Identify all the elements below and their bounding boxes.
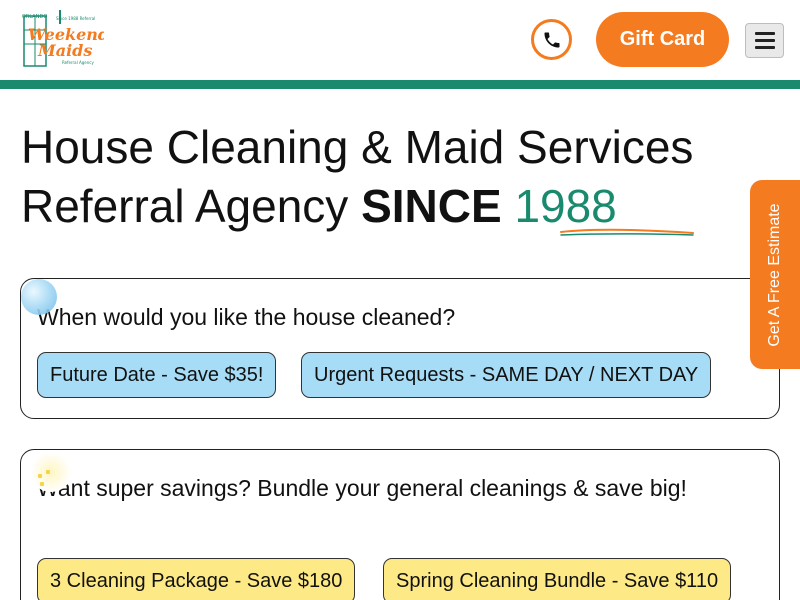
three-cleaning-package-option[interactable]: 3 Cleaning Package - Save $180 bbox=[37, 558, 356, 600]
free-estimate-label: Get A Free Estimate bbox=[766, 202, 783, 347]
svg-text:Since 1988 Referral: Since 1988 Referral bbox=[56, 16, 95, 21]
spring-cleaning-bundle-option[interactable]: Spring Cleaning Bundle - Save $110 bbox=[383, 558, 732, 600]
svg-text:ORLANDO: ORLANDO bbox=[22, 14, 47, 20]
headline-line2-prefix: Referral Agency bbox=[21, 180, 362, 232]
headline-line1: House Cleaning & Maid Services bbox=[21, 121, 694, 173]
bundle-savings-card: Want super savings? Bundle your general … bbox=[20, 449, 780, 600]
urgent-request-option[interactable]: Urgent Requests - SAME DAY / NEXT DAY bbox=[301, 352, 712, 398]
page-headline: House Cleaning & Maid Services Referral … bbox=[21, 118, 781, 236]
future-date-option[interactable]: Future Date - Save $35! bbox=[37, 352, 277, 398]
gift-card-label: Gift Card bbox=[619, 28, 706, 50]
bundle-question: Want super savings? Bundle your general … bbox=[37, 475, 687, 501]
sparkle-decoration bbox=[30, 452, 72, 492]
gift-card-button[interactable]: Gift Card bbox=[596, 12, 729, 67]
weekend-maids-logo[interactable]: ORLANDO Since 1988 Referral Weekend Maid… bbox=[18, 10, 109, 72]
phone-icon bbox=[544, 32, 559, 47]
hamburger-menu-icon bbox=[754, 32, 775, 35]
header-divider bbox=[0, 80, 800, 89]
scheduling-question: When would you like the house cleaned? bbox=[37, 304, 456, 330]
phone-button[interactable] bbox=[531, 19, 572, 60]
bubble-decoration bbox=[21, 279, 57, 315]
headline-year: 1988 bbox=[514, 180, 617, 232]
site-header: ORLANDO Since 1988 Referral Weekend Maid… bbox=[0, 0, 800, 80]
free-estimate-tab[interactable]: Get A Free Estimate bbox=[750, 180, 800, 369]
menu-button[interactable] bbox=[745, 23, 784, 58]
headline-since: SINCE bbox=[361, 180, 502, 232]
svg-text:Maids: Maids bbox=[37, 41, 92, 60]
year-underline-decoration bbox=[560, 228, 694, 236]
svg-text:Referral Agency: Referral Agency bbox=[62, 60, 94, 65]
scheduling-card: When would you like the house cleaned? F… bbox=[20, 278, 780, 419]
